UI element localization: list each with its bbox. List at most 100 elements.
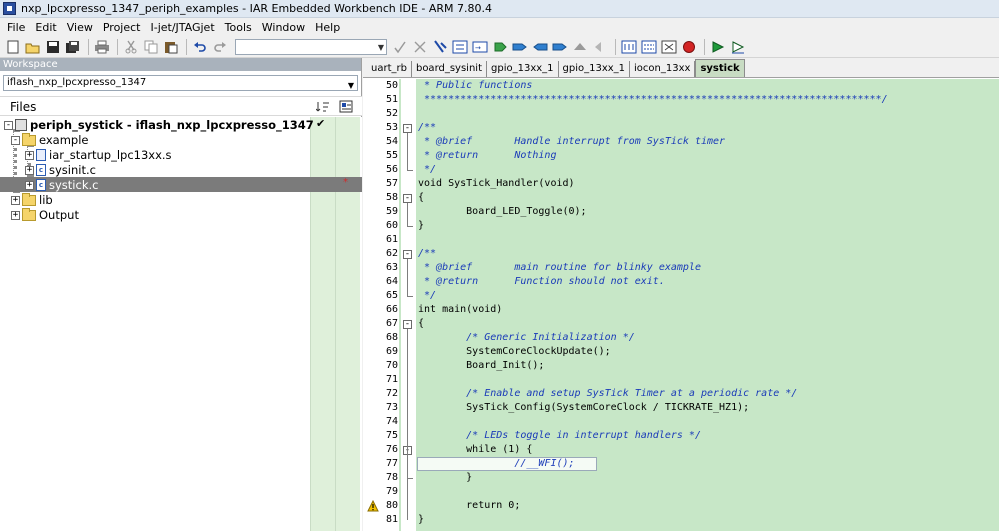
nav-forward-icon[interactable]: [551, 38, 569, 56]
search-combo[interactable]: ▼: [235, 39, 387, 55]
fold-toggle-icon[interactable]: -: [403, 124, 412, 133]
line-number: 59: [385, 206, 398, 217]
tab-uart-rb[interactable]: uart_rb: [367, 61, 412, 77]
tree-row[interactable]: + iar_startup_lpc13xx.s: [0, 147, 362, 162]
compile-icon[interactable]: [591, 38, 609, 56]
asm-file-icon: [36, 149, 46, 161]
bookmark-next-icon[interactable]: [511, 38, 529, 56]
copy-icon[interactable]: [142, 38, 160, 56]
menu-file[interactable]: File: [2, 21, 30, 34]
code-text: */: [418, 164, 437, 175]
cut-icon[interactable]: [122, 38, 140, 56]
menu-window[interactable]: Window: [257, 21, 310, 34]
menu-project[interactable]: Project: [98, 21, 146, 34]
menu-view[interactable]: View: [62, 21, 98, 34]
toolbar: ▼ →: [0, 37, 999, 58]
tree-row[interactable]: + lib: [0, 192, 362, 207]
fold-range-end: [407, 226, 413, 227]
folder-icon: [22, 192, 36, 206]
line-number: 66: [385, 304, 398, 315]
redo-icon[interactable]: [211, 38, 229, 56]
paste-icon[interactable]: [162, 38, 180, 56]
new-file-icon[interactable]: [4, 38, 22, 56]
line-number: 62: [385, 248, 398, 259]
code-text: * @return Nothing: [418, 150, 557, 161]
find-icon[interactable]: [411, 38, 429, 56]
tab-systick[interactable]: systick: [695, 59, 745, 77]
make-icon[interactable]: [620, 38, 638, 56]
code-text: {: [418, 192, 425, 203]
menu-help[interactable]: Help: [310, 21, 345, 34]
code-area[interactable]: 50 * Public functions 51 ****************…: [363, 79, 999, 531]
code-text: SystemCoreClockUpdate();: [418, 346, 611, 357]
tree-row[interactable]: - periph_systick - iflash_nxp_lpcxpresso_…: [0, 117, 362, 132]
nav-back-icon[interactable]: [531, 38, 549, 56]
tree-row[interactable]: + Output: [0, 207, 362, 222]
line-number: 81: [385, 514, 398, 525]
code-text: while (1) {: [418, 444, 533, 455]
print-icon[interactable]: [93, 38, 111, 56]
stop-build-icon[interactable]: [660, 38, 678, 56]
chevron-down-icon[interactable]: ▼: [378, 43, 384, 52]
debug-icon[interactable]: [709, 38, 727, 56]
fold-toggle-icon[interactable]: -: [403, 194, 412, 203]
tab-gpio-13xx-1[interactable]: gpio_13xx_1: [487, 61, 559, 77]
check-icon[interactable]: [391, 38, 409, 56]
sort-icon[interactable]: [315, 100, 330, 116]
code-text: /**: [418, 248, 437, 259]
tree-node: - periph_systick - iflash_nxp_lpcxpresso_…: [4, 118, 314, 132]
code-line: 78 }: [363, 471, 999, 485]
tree-row[interactable]: + c systick.c *: [0, 177, 362, 192]
build-all-icon[interactable]: [640, 38, 658, 56]
expand-icon[interactable]: +: [25, 165, 34, 175]
breakpoint-icon[interactable]: [680, 38, 698, 56]
tab-iocon-13xx[interactable]: iocon_13xx: [630, 61, 696, 77]
collapse-icon[interactable]: -: [11, 135, 20, 145]
expand-icon[interactable]: +: [25, 150, 34, 160]
collapse-icon[interactable]: -: [4, 120, 13, 130]
line-number: 52: [385, 108, 398, 119]
chevron-down-icon[interactable]: ▼: [348, 79, 354, 93]
expand-icon[interactable]: +: [25, 180, 34, 190]
tree-row[interactable]: + c sysinit.c: [0, 162, 362, 177]
tree-row[interactable]: - example: [0, 132, 362, 147]
expand-icon[interactable]: +: [11, 195, 20, 205]
save-all-icon[interactable]: [64, 38, 82, 56]
code-text: //__WFI();: [418, 458, 575, 469]
fold-toggle-icon[interactable]: -: [403, 250, 412, 259]
menu-edit[interactable]: Edit: [30, 21, 61, 34]
code-line: 57 void SysTick_Handler(void): [363, 177, 999, 191]
modified-marker: *: [343, 177, 348, 188]
undo-icon[interactable]: [191, 38, 209, 56]
tab-gpio-13xx-1[interactable]: gpio_13xx_1: [558, 61, 631, 77]
fold-range-line: [407, 329, 408, 520]
debug-no-download-icon[interactable]: [729, 38, 747, 56]
tree-node-label: systick.c: [49, 178, 99, 192]
configuration-select[interactable]: iflash_nxp_lpcxpresso_1347 ▼: [3, 75, 358, 91]
code-text: * @return Function should not exit.: [418, 276, 665, 287]
save-icon[interactable]: [44, 38, 62, 56]
code-line: 69 SystemCoreClockUpdate();: [363, 345, 999, 359]
open-icon[interactable]: [24, 38, 42, 56]
menu-i-jet-jtagjet[interactable]: I-jet/JTAGjet: [145, 21, 219, 34]
code-text: /* LEDs toggle in interrupt handlers */: [418, 430, 701, 441]
expand-icon[interactable]: +: [11, 210, 20, 220]
line-number: 71: [385, 374, 398, 385]
menu-tools[interactable]: Tools: [220, 21, 257, 34]
code-line: 52: [363, 107, 999, 121]
bookmark-icon[interactable]: [491, 38, 509, 56]
line-number: 78: [385, 472, 398, 483]
code-line: 54 * @brief Handle interrupt from SysTic…: [363, 135, 999, 149]
file-options-icon[interactable]: [339, 100, 353, 116]
workspace-header: Workspace: [0, 58, 361, 71]
nav-up-icon[interactable]: [571, 38, 589, 56]
fold-range-line: [407, 259, 408, 296]
tab-board-sysinit[interactable]: board_sysinit: [411, 61, 487, 77]
replace-icon[interactable]: [451, 38, 469, 56]
code-line: 61: [363, 233, 999, 247]
find-next-icon[interactable]: [431, 38, 449, 56]
tree-node: + c systick.c: [25, 178, 98, 192]
fold-toggle-icon[interactable]: -: [403, 320, 412, 329]
go-to-icon[interactable]: →: [471, 38, 489, 56]
line-number: 77: [385, 458, 398, 469]
